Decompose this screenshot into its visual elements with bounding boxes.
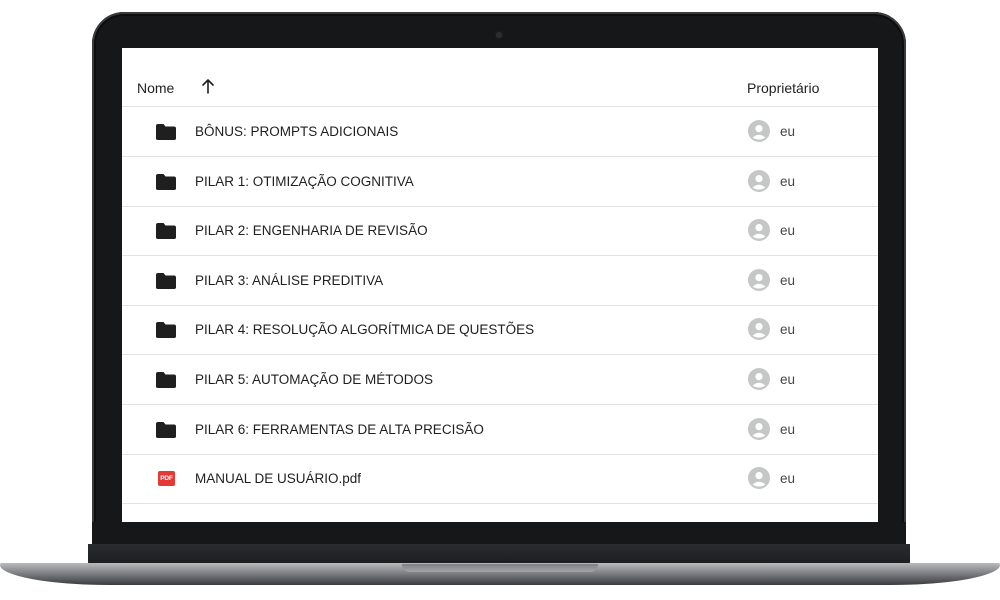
column-header-name[interactable]: Nome (137, 80, 174, 96)
file-owner: eu (780, 471, 796, 486)
avatar-icon (748, 120, 770, 142)
file-owner: eu (780, 422, 796, 437)
file-owner: eu (780, 273, 796, 288)
avatar-icon (748, 318, 770, 340)
file-row[interactable]: PILAR 4: RESOLUÇÃO ALGORÍTMICA DE QUESTÕ… (122, 305, 878, 355)
file-owner: eu (780, 174, 796, 189)
folder-icon (156, 174, 176, 190)
laptop-bezel (92, 522, 906, 546)
folder-icon (156, 322, 176, 338)
file-row[interactable]: BÔNUS: PROMPTS ADICIONAIS eu (122, 107, 878, 157)
file-name[interactable]: MANUAL DE USUÁRIO.pdf (195, 471, 361, 486)
avatar-icon (748, 368, 770, 390)
file-list-header: Nome Proprietário (122, 48, 878, 107)
file-row[interactable]: PDF MANUAL DE USUÁRIO.pdf eu (122, 454, 878, 504)
avatar-icon (748, 219, 770, 241)
folder-icon (156, 223, 176, 239)
file-name[interactable]: PILAR 5: AUTOMAÇÃO DE MÉTODOS (195, 372, 433, 387)
column-header-owner[interactable]: Proprietário (747, 80, 819, 96)
file-owner: eu (780, 372, 796, 387)
file-row[interactable]: PILAR 3: ANÁLISE PREDITIVA eu (122, 256, 878, 306)
file-owner: eu (780, 124, 796, 139)
file-name[interactable]: PILAR 2: ENGENHARIA DE REVISÃO (195, 223, 428, 238)
file-row[interactable]: PILAR 2: ENGENHARIA DE REVISÃO eu (122, 206, 878, 256)
avatar-icon (748, 418, 770, 440)
folder-icon (156, 372, 176, 388)
file-name[interactable]: BÔNUS: PROMPTS ADICIONAIS (195, 124, 398, 139)
file-row[interactable]: PILAR 5: AUTOMAÇÃO DE MÉTODOS eu (122, 355, 878, 405)
file-name[interactable]: PILAR 6: FERRAMENTAS DE ALTA PRECISÃO (195, 422, 484, 437)
file-name[interactable]: PILAR 3: ANÁLISE PREDITIVA (195, 273, 383, 288)
file-owner: eu (780, 223, 796, 238)
laptop-notch (402, 564, 598, 572)
folder-icon (156, 124, 176, 140)
camera-icon (496, 32, 502, 38)
pdf-icon: PDF (158, 471, 175, 486)
folder-icon (156, 273, 176, 289)
avatar-icon (748, 467, 770, 489)
file-row[interactable]: PILAR 1: OTIMIZAÇÃO COGNITIVA eu (122, 157, 878, 207)
avatar-icon (748, 269, 770, 291)
file-name[interactable]: PILAR 4: RESOLUÇÃO ALGORÍTMICA DE QUESTÕ… (195, 322, 534, 337)
file-name[interactable]: PILAR 1: OTIMIZAÇÃO COGNITIVA (195, 174, 414, 189)
folder-icon (156, 422, 176, 438)
file-owner: eu (780, 322, 796, 337)
avatar-icon (748, 170, 770, 192)
sort-ascending-icon[interactable] (201, 78, 215, 94)
file-browser: Nome Proprietário BÔNUS: PROMPTS ADICION… (122, 48, 878, 522)
file-row[interactable]: PILAR 6: FERRAMENTAS DE ALTA PRECISÃO eu (122, 405, 878, 455)
